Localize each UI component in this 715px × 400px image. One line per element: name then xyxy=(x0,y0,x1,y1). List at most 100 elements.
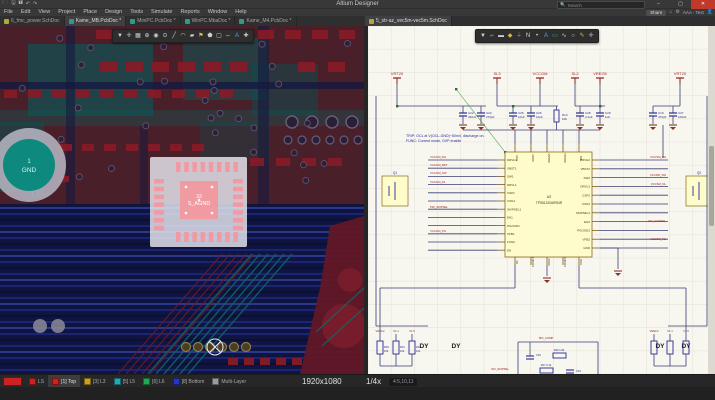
cap-ref: C32 xyxy=(536,353,541,357)
flag-icon[interactable]: ⚑ xyxy=(197,31,205,42)
menu-project[interactable]: Project xyxy=(54,9,79,16)
pad-number: 33 xyxy=(196,194,202,200)
pcb-canvas[interactable]: 1GND33S_AGND xyxy=(0,26,364,374)
tab-minipc[interactable]: MiniPC.PcbDoc * xyxy=(126,16,180,26)
power-port-label: VRT20 xyxy=(391,71,404,76)
save-icon[interactable]: 🖫 xyxy=(11,0,15,8)
tab-kame-m4[interactable]: Kame_M4.PcbDoc * xyxy=(235,16,296,26)
origin-icon[interactable]: ⊕ xyxy=(143,31,151,42)
gear-icon[interactable]: ⚙ xyxy=(675,9,679,16)
text-icon[interactable]: A xyxy=(233,31,241,42)
redo-icon[interactable]: ↷ xyxy=(33,1,37,7)
measure-icon[interactable]: ✚ xyxy=(242,31,250,42)
pcbdoc-icon xyxy=(130,19,135,24)
pin-name: PAD xyxy=(579,259,583,265)
menu-help[interactable]: Help xyxy=(231,9,250,16)
wire-icon[interactable]: ⌐ xyxy=(488,31,496,42)
cap-value: 270pF xyxy=(486,115,495,119)
cap-value: 10uF xyxy=(518,115,525,119)
net-label-icon[interactable]: N xyxy=(524,31,532,42)
schematic-canvas[interactable]: VRT20SL3VCCGMSL2VREG5VRT20C22330nFC23270… xyxy=(368,26,715,374)
tab-6-fmc-power[interactable]: 6_fmc_power.SchDoc xyxy=(0,16,65,26)
fill-icon[interactable]: ▰ xyxy=(188,31,196,42)
note-line: TRIP: OCL at V(OCL-GND)~60mV, discharge … xyxy=(406,134,485,138)
schdoc-icon xyxy=(369,19,374,24)
menu-file[interactable]: File xyxy=(0,9,17,16)
grid-icon[interactable]: ▦ xyxy=(134,31,142,42)
menu-design[interactable]: Design xyxy=(101,9,126,16)
pin-name: VREF xyxy=(547,258,551,266)
open-icon[interactable]: 🗁 xyxy=(2,0,8,8)
crossprobe-icon[interactable]: ✛ xyxy=(587,31,595,42)
user-icon[interactable]: 👤 xyxy=(707,9,713,16)
pad xyxy=(176,162,181,172)
cap-value: 1uF xyxy=(605,115,610,119)
close-button[interactable]: ✕ xyxy=(691,0,715,9)
power-port-label: VREG5 xyxy=(593,71,607,76)
gnd-pad xyxy=(3,139,55,191)
power-port-label: SL2 xyxy=(571,71,579,76)
menu-view[interactable]: View xyxy=(34,9,54,16)
annotate-icon[interactable]: ✎ xyxy=(578,31,586,42)
transistor-designator: Q2 xyxy=(697,171,701,175)
dimension-icon[interactable]: ⇔ xyxy=(224,31,232,42)
layer-color-icon xyxy=(114,378,121,385)
schematic-scrollbar[interactable] xyxy=(708,26,715,374)
text-icon[interactable]: A xyxy=(542,31,550,42)
select-icon[interactable]: ▼ xyxy=(116,31,124,42)
junction-icon[interactable]: • xyxy=(533,31,541,42)
pin-name: EN2 xyxy=(584,220,590,224)
menu-window[interactable]: Window xyxy=(204,9,232,16)
power-port-label: VRT20 xyxy=(674,71,687,76)
circle-icon[interactable]: ○ xyxy=(569,31,577,42)
save-all-icon[interactable]: 🖬 xyxy=(18,0,22,8)
select-icon[interactable]: ▼ xyxy=(479,31,487,42)
junction-dot xyxy=(455,88,457,90)
maximize-button[interactable]: ▢ xyxy=(670,0,691,9)
power-port-icon[interactable]: ⏚ xyxy=(515,31,523,42)
menu-simulate[interactable]: Simulate xyxy=(147,9,176,16)
pad xyxy=(209,232,214,242)
bus-icon[interactable]: ▬ xyxy=(497,31,505,42)
home-icon[interactable]: ⌂ xyxy=(669,9,672,16)
share-button[interactable]: Share xyxy=(646,10,666,16)
pad xyxy=(233,195,243,200)
search-input[interactable]: 🔍 Search xyxy=(557,1,645,9)
track-icon[interactable]: ╱ xyxy=(170,31,178,42)
rect-icon[interactable]: ▭ xyxy=(551,31,559,42)
move-icon[interactable]: ✛ xyxy=(125,31,133,42)
dnp-mark: DY xyxy=(451,343,461,350)
res-ref: R29 1.8k xyxy=(554,348,565,352)
window-title: Altium Designer xyxy=(336,0,378,8)
tab-5-str-az[interactable]: 5_str-az_vec5m-vec5m.SchDoc xyxy=(365,16,452,26)
video-badge-overlay: 4:5,10,11 xyxy=(389,378,417,386)
pin-name: VFB1 xyxy=(507,232,515,236)
paste-dot xyxy=(211,212,214,215)
tab-kame-mb[interactable]: Kame_MB.PcbDoc * xyxy=(65,16,127,26)
polygon-icon[interactable]: ⬟ xyxy=(206,31,214,42)
license-label: AAA - Test xyxy=(683,10,704,15)
menu-edit[interactable]: Edit xyxy=(17,9,34,16)
room-icon[interactable]: ▢ xyxy=(215,31,223,42)
power-port-label: VCCGM xyxy=(533,71,548,76)
layer-color-icon xyxy=(143,378,150,385)
menu-tools[interactable]: Tools xyxy=(126,9,147,16)
part-icon[interactable]: ◆ xyxy=(506,31,514,42)
schdoc-icon xyxy=(4,19,9,24)
menu-reports[interactable]: Reports xyxy=(176,9,203,16)
polyline-icon[interactable]: ∿ xyxy=(560,31,568,42)
menu-right-cluster: Share ⌂ ⚙ AAA - Test 👤 xyxy=(646,9,713,16)
arc-icon[interactable]: ◠ xyxy=(179,31,187,42)
ic-part-number: TPS51220ARSNR xyxy=(536,201,563,205)
minimize-button[interactable]: – xyxy=(648,0,669,9)
pad xyxy=(154,218,164,223)
undo-icon[interactable]: ↶ xyxy=(26,1,30,7)
menu-place[interactable]: Place xyxy=(79,9,101,16)
tab-winpc[interactable]: WinPC.MbaDoc * xyxy=(181,16,236,26)
scrollbar-thumb[interactable] xyxy=(709,146,714,226)
pad-icon[interactable]: ◉ xyxy=(152,31,160,42)
paste-dot xyxy=(185,186,188,189)
pad xyxy=(201,162,206,172)
res-ref: R31 xyxy=(400,345,405,349)
via-icon[interactable]: ⊙ xyxy=(161,31,169,42)
